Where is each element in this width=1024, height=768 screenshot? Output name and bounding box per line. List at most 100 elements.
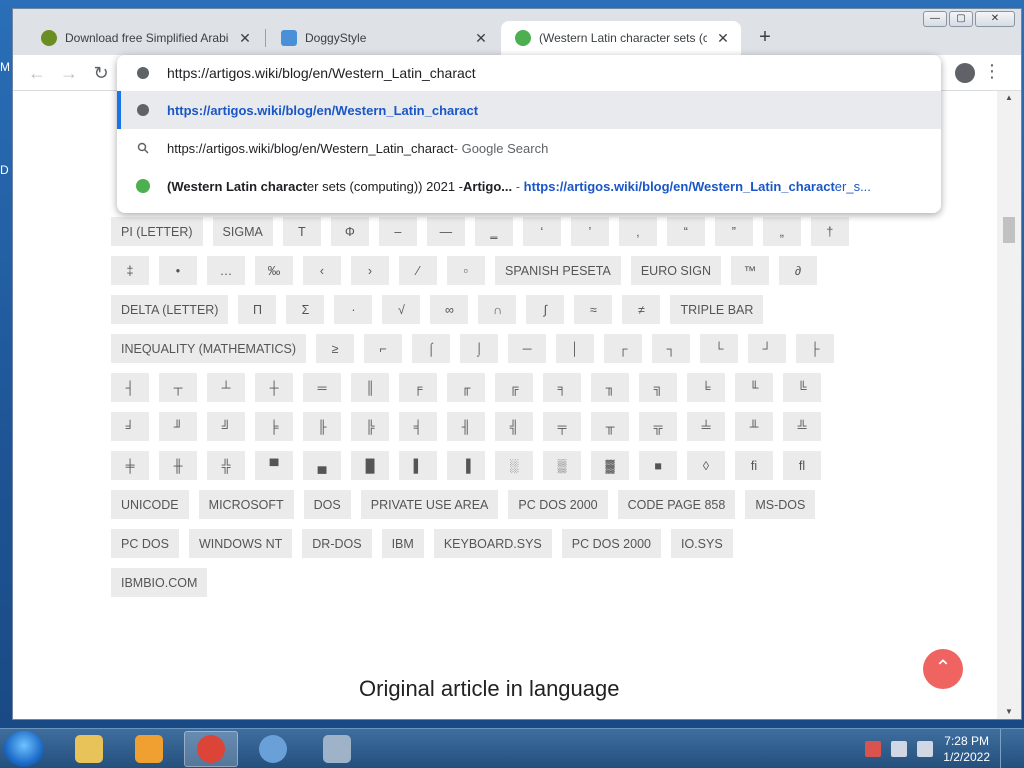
tag-chip[interactable]: ╢ (447, 412, 485, 441)
tag-chip[interactable]: ▄ (303, 451, 341, 480)
taskbar-chrome[interactable] (184, 731, 238, 767)
tag-chip[interactable]: – (378, 217, 417, 246)
suggestion-history[interactable]: (Western Latin charact er sets (computin… (117, 167, 941, 205)
tag-chip[interactable]: ≈ (574, 295, 613, 324)
tag-chip[interactable]: █ (351, 451, 389, 480)
tag-chip[interactable]: ▌ (399, 451, 437, 480)
tag-chip[interactable]: DELTA (LETTER) (111, 295, 229, 324)
tag-chip[interactable]: ╠ (351, 412, 389, 441)
tag-chip[interactable]: IBMBIO.COM (111, 568, 208, 597)
address-bar[interactable]: https://artigos.wiki/blog/en/Western_Lat… (117, 55, 941, 91)
tag-chip[interactable]: ∩ (478, 295, 517, 324)
tag-chip[interactable]: ⁄ (399, 256, 437, 285)
close-window-button[interactable]: ✕ (975, 11, 1015, 27)
show-desktop-button[interactable] (1000, 729, 1014, 768)
tag-chip[interactable]: „ (762, 217, 801, 246)
tag-chip[interactable]: › (351, 256, 389, 285)
tag-chip[interactable]: ╞ (255, 412, 293, 441)
tag-chip[interactable]: IBM (381, 529, 424, 558)
tag-chip[interactable]: ╟ (303, 412, 341, 441)
start-button[interactable] (4, 731, 44, 767)
tag-chip[interactable]: ┴ (207, 373, 245, 402)
address-input[interactable]: https://artigos.wiki/blog/en/Western_Lat… (167, 65, 476, 81)
tag-chip[interactable]: ╣ (495, 412, 533, 441)
tag-chip[interactable]: IO.SYS (670, 529, 733, 558)
tag-chip[interactable]: ╜ (159, 412, 197, 441)
tag-chip[interactable]: ╗ (639, 373, 677, 402)
tag-chip[interactable]: UNICODE (111, 490, 189, 519)
tag-chip[interactable]: † (810, 217, 849, 246)
tag-chip[interactable]: ╔ (495, 373, 533, 402)
tag-chip[interactable]: INEQUALITY (MATHEMATICS) (111, 334, 307, 363)
tag-chip[interactable]: ⌠ (412, 334, 451, 363)
tag-chip[interactable]: ╖ (591, 373, 629, 402)
tag-chip[interactable]: ﬂ (783, 451, 821, 480)
suggestion-search[interactable]: https://artigos.wiki/blog/en/Western_Lat… (117, 129, 941, 167)
tag-chip[interactable]: √ (382, 295, 421, 324)
tag-chip[interactable]: ▓ (591, 451, 629, 480)
tag-chip[interactable]: KEYBOARD.SYS (433, 529, 552, 558)
taskbar-eyes-app[interactable] (246, 731, 300, 767)
tag-chip[interactable]: ╬ (207, 451, 245, 480)
tag-chip[interactable]: ╪ (111, 451, 149, 480)
tag-chip[interactable]: Π (238, 295, 277, 324)
tag-chip[interactable]: ░ (495, 451, 533, 480)
tag-chip[interactable]: ≥ (316, 334, 355, 363)
tag-chip[interactable]: CODE PAGE 858 (617, 490, 736, 519)
tag-chip[interactable]: ╧ (687, 412, 725, 441)
close-tab-icon[interactable]: ✕ (237, 30, 253, 46)
tag-chip[interactable]: ⌡ (460, 334, 499, 363)
tag-chip[interactable]: Σ (286, 295, 325, 324)
tag-chip[interactable]: ┤ (111, 373, 149, 402)
tag-chip[interactable]: DOS (303, 490, 351, 519)
taskbar-explorer[interactable] (62, 731, 116, 767)
tag-chip[interactable]: ┐ (652, 334, 691, 363)
tag-chip[interactable]: ▐ (447, 451, 485, 480)
tag-chip[interactable]: ╫ (159, 451, 197, 480)
tag-chip[interactable]: PC DOS (111, 529, 179, 558)
tag-chip[interactable]: ─ (508, 334, 547, 363)
tag-chip[interactable]: DR-DOS (302, 529, 372, 558)
tag-chip[interactable]: Τ (282, 217, 321, 246)
tag-chip[interactable]: ╓ (447, 373, 485, 402)
tag-chip[interactable]: · (334, 295, 373, 324)
tag-chip[interactable]: ’ (570, 217, 609, 246)
tag-chip[interactable]: ﬁ (735, 451, 773, 480)
tag-chip[interactable]: ║ (351, 373, 389, 402)
tag-chip[interactable]: Φ (330, 217, 369, 246)
scroll-up-arrow[interactable]: ▲ (997, 91, 1021, 105)
taskbar-lambda-app[interactable] (310, 731, 364, 767)
tag-chip[interactable]: SIGMA (212, 217, 273, 246)
tag-chip[interactable]: EURO SIGN (630, 256, 721, 285)
tag-chip[interactable]: ▒ (543, 451, 581, 480)
tag-chip[interactable]: ■ (639, 451, 677, 480)
tag-chip[interactable]: TRIPLE BAR (670, 295, 764, 324)
back-button[interactable]: ← (25, 61, 49, 85)
tag-chip[interactable]: SPANISH PESETA (495, 256, 621, 285)
tag-chip[interactable]: ⌐ (364, 334, 403, 363)
tag-chip[interactable]: ▫ (447, 256, 485, 285)
tag-chip[interactable]: ╘ (687, 373, 725, 402)
back-to-top-button[interactable]: ⌃ (923, 649, 963, 689)
tag-chip[interactable]: ┘ (748, 334, 787, 363)
menu-button[interactable]: ⋮ (983, 61, 1001, 82)
tag-chip[interactable]: ‡ (111, 256, 149, 285)
tag-chip[interactable]: ═ (303, 373, 341, 402)
tag-chip[interactable]: ┼ (255, 373, 293, 402)
forward-button[interactable]: → (57, 61, 81, 85)
tag-chip[interactable]: ╨ (735, 412, 773, 441)
tag-chip[interactable]: MS-DOS (745, 490, 816, 519)
taskbar-media-player[interactable] (122, 731, 176, 767)
tag-chip[interactable]: ╙ (735, 373, 773, 402)
tag-chip[interactable]: … (207, 256, 245, 285)
tag-chip[interactable]: ╕ (543, 373, 581, 402)
tag-chip[interactable]: ‰ (255, 256, 293, 285)
tag-chip[interactable]: ╒ (399, 373, 437, 402)
volume-icon[interactable] (917, 741, 934, 757)
tag-chip[interactable]: ╤ (543, 412, 581, 441)
reload-button[interactable]: ↻ (89, 61, 113, 85)
tag-chip[interactable]: │ (556, 334, 595, 363)
tag-chip[interactable]: ” (714, 217, 753, 246)
tag-chip[interactable]: ╚ (783, 373, 821, 402)
tag-chip[interactable]: ├ (796, 334, 835, 363)
